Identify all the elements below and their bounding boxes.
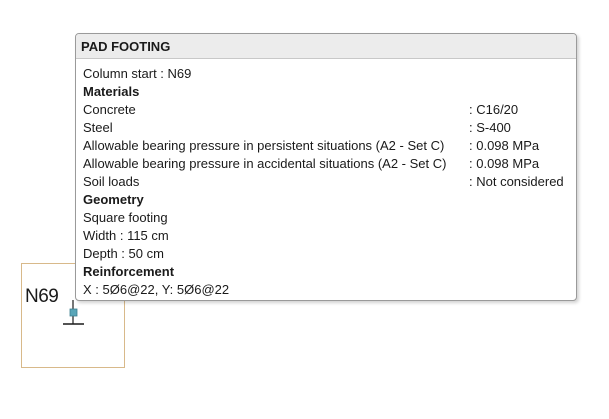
material-label: Steel [83,120,113,135]
material-label: Soil loads [83,174,140,189]
material-value: : S-400 [469,120,511,135]
tooltip-body: Column start : N69 Materials Concrete : … [76,59,576,299]
material-row-steel: Steel : S-400 [83,119,576,137]
column-start-icon[interactable] [60,300,90,330]
column-start-text: Column start : N69 [83,66,192,81]
reinforcement-heading: Reinforcement [83,264,175,279]
material-value: : C16/20 [469,102,519,117]
geometry-width: Width : 115 cm [83,228,169,243]
material-row-bearing-persistent: Allowable bearing pressure in persistent… [83,137,576,155]
material-value: : Not considered [469,174,564,189]
material-label: Allowable bearing pressure in accidental… [83,156,447,171]
material-row-soil-loads: Soil loads : Not considered [83,173,576,191]
geometry-heading: Geometry [83,192,144,207]
geometry-type: Square footing [83,210,168,225]
material-value: : 0.098 MPa [469,138,540,153]
tooltip-title: PAD FOOTING [76,34,576,59]
material-row-concrete: Concrete : C16/20 [83,101,576,119]
geometry-depth: Depth : 50 cm [83,246,164,261]
material-label: Allowable bearing pressure in persistent… [83,138,445,153]
pad-footing-tooltip: PAD FOOTING Column start : N69 Materials… [75,33,577,301]
material-label: Concrete [83,102,136,117]
node-label: N69 [25,286,59,307]
reinforcement-value: X : 5Ø6@22, Y: 5Ø6@22 [83,282,230,297]
material-row-bearing-accidental: Allowable bearing pressure in accidental… [83,155,576,173]
drawing-canvas[interactable]: N69 PAD FOOTING Column start : N69 Mater… [0,0,609,419]
materials-heading: Materials [83,84,140,99]
material-value: : 0.098 MPa [469,156,540,171]
